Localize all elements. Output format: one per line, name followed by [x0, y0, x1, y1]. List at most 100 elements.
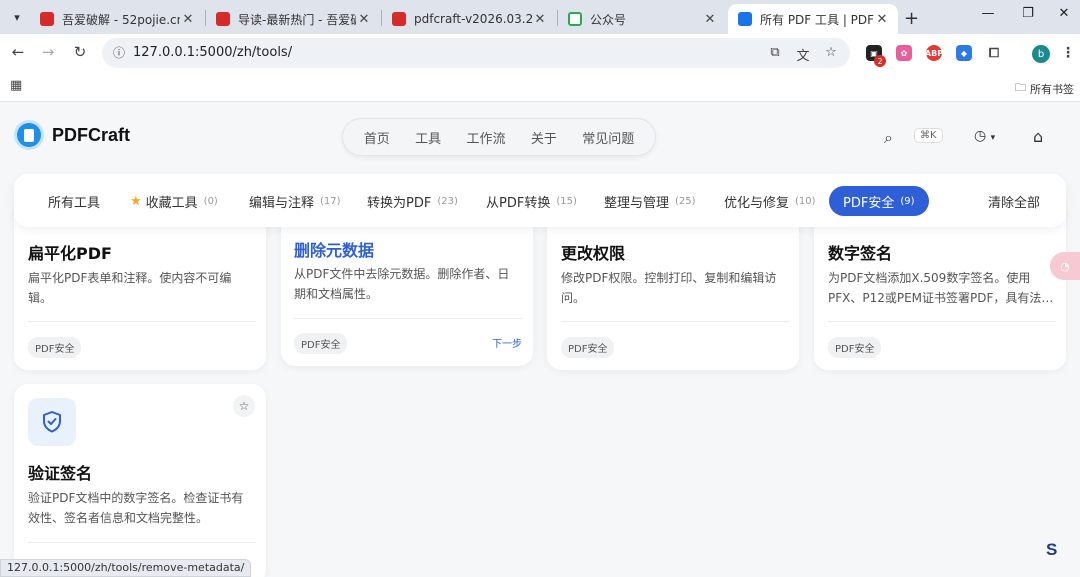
clear-all-button[interactable]: 清除全部 — [988, 186, 1040, 216]
link-status-bar: 127.0.0.1:5000/zh/tools/remove-metadata/ — [0, 559, 252, 577]
extensions-puzzle-icon[interactable]: ⧠ — [986, 45, 1002, 61]
category-label: 收藏工具 — [145, 195, 198, 211]
star-icon: ★ — [130, 193, 142, 209]
all-bookmarks-label: 所有书签 — [1030, 82, 1074, 96]
browser-tab-active[interactable]: 所有 PDF 工具 | PDFCraft ✕ — [728, 4, 898, 34]
card-title: 扁平化PDF — [28, 244, 112, 263]
search-icon[interactable]: ⌕ — [884, 128, 893, 148]
url-text[interactable]: 127.0.0.1:5000/zh/tools/ — [133, 45, 292, 60]
red-logo-icon — [216, 12, 230, 26]
nav-item-home[interactable]: 首页 — [364, 128, 390, 147]
tab-search-dropdown-icon[interactable]: ▾ — [6, 6, 28, 28]
category-organize[interactable]: 整理与管理 (25) — [604, 186, 696, 216]
address-bar[interactable]: ⓘ 127.0.0.1:5000/zh/tools/ ⧉ 文 ☆ — [102, 38, 850, 68]
browser-tabstrip: ▾ 吾爱破解 - 52pojie.cn ✕ 导读-最新热门 - 吾爱破解 ✕ p… — [0, 0, 1080, 34]
close-icon[interactable]: ✕ — [180, 12, 196, 27]
category-favorites[interactable]: ★ 收藏工具 (0) — [130, 186, 218, 216]
tool-card-verify-signature[interactable]: ☆ 验证签名 验证PDF文档中的数字签名。检查证书有效性、签名者信息和文档完整性… — [14, 384, 266, 577]
clear-all-label: 清除全部 — [988, 195, 1041, 211]
category-label: 所有工具 — [48, 195, 101, 211]
bookmark-star-icon[interactable]: ☆ — [822, 45, 840, 60]
translate-icon[interactable]: 文 — [794, 45, 812, 64]
close-icon[interactable]: ✕ — [874, 12, 890, 27]
recent-history-button[interactable]: ◷ ▾ — [974, 128, 995, 144]
category-tag: PDF安全 — [294, 333, 348, 354]
site-header: PDFCraft 首页 工具 工作流 关于 常见问题 ⌕ ⌘K ◷ ▾ ⌂ — [0, 103, 1080, 169]
category-label: 转换为PDF — [367, 195, 432, 211]
category-all[interactable]: 所有工具 — [48, 186, 100, 216]
tab-title: 吾爱破解 - 52pojie.cn — [62, 12, 180, 27]
card-description: 验证PDF文档中的数字签名。检查证书有效性、签名者信息和文档完整性。 — [28, 491, 244, 525]
card-title: 验证签名 — [28, 464, 93, 483]
category-pdf-security[interactable]: PDF安全 (9) — [829, 186, 929, 216]
close-icon[interactable]: ✕ — [702, 12, 718, 27]
main-nav: 首页 工具 工作流 关于 常见问题 — [342, 118, 656, 156]
nav-item-about[interactable]: 关于 — [531, 128, 557, 147]
category-label: 从PDF转换 — [486, 195, 551, 211]
extension-pink-icon[interactable]: ✿ — [896, 45, 912, 61]
back-icon[interactable]: ← — [8, 43, 28, 61]
reload-icon[interactable]: ↻ — [70, 43, 90, 61]
category-edit-annotate[interactable]: 编辑与注释 (17) — [249, 186, 341, 216]
category-from-pdf[interactable]: 从PDF转换 (15) — [486, 186, 577, 216]
wechat-green-icon — [568, 12, 582, 26]
pdfcraft-blue-icon — [738, 12, 752, 26]
nav-item-workflow[interactable]: 工作流 — [466, 128, 505, 147]
apps-grid-icon[interactable]: ▦ — [10, 78, 22, 93]
favorite-star-icon[interactable]: ☆ — [233, 395, 255, 417]
browser-toolbar: ← → ↻ ⓘ 127.0.0.1:5000/zh/tools/ ⧉ 文 ☆ ▣… — [0, 34, 1080, 72]
card-title: 删除元数据 — [294, 241, 375, 260]
browser-tab-4[interactable]: 公众号 ✕ — [558, 4, 726, 34]
close-window-icon[interactable]: ✕ — [1054, 6, 1074, 21]
category-count: (9) — [900, 195, 915, 207]
bookmarks-bar: ▦ 🗀 所有书签 — [0, 72, 1080, 102]
category-label: 整理与管理 — [604, 195, 670, 211]
forward-icon[interactable]: → — [38, 43, 58, 61]
brand-name[interactable]: PDFCraft — [52, 125, 130, 146]
browser-tab-2[interactable]: 导读-最新热门 - 吾爱破解 ✕ — [206, 4, 380, 34]
new-tab-icon[interactable]: + — [904, 8, 919, 29]
github-icon[interactable]: ⌂ — [1033, 127, 1043, 146]
floating-assistant-button[interactable]: ◔ — [1050, 252, 1080, 280]
minimize-icon[interactable]: — — [978, 6, 998, 21]
chevron-down-icon: ▾ — [990, 133, 996, 143]
close-icon[interactable]: ✕ — [532, 12, 548, 27]
card-title: 更改权限 — [561, 244, 626, 263]
cast-icon[interactable]: ⧉ — [766, 45, 784, 60]
extension-badge: 2 — [874, 55, 886, 67]
browser-tab-3[interactable]: pdfcraft-v2026.03.25 ✕ — [382, 4, 556, 34]
category-count: (15) — [556, 195, 577, 207]
tab-title: pdfcraft-v2026.03.25 — [414, 12, 532, 26]
menu-kebab-icon[interactable]: ⋮ — [1060, 45, 1076, 61]
adblock-icon[interactable]: ABP — [925, 45, 943, 61]
close-icon[interactable]: ✕ — [356, 12, 372, 27]
card-divider — [28, 321, 256, 322]
folder-icon: 🗀 — [1015, 81, 1026, 94]
nav-item-tools[interactable]: 工具 — [415, 128, 441, 147]
category-label: 编辑与注释 — [249, 195, 315, 211]
category-filter-bar: 所有工具 ★ 收藏工具 (0) 编辑与注释 (17) 转换为PDF (23) 从… — [14, 174, 1066, 227]
category-to-pdf[interactable]: 转换为PDF (23) — [367, 186, 458, 216]
browser-tab-1[interactable]: 吾爱破解 - 52pojie.cn ✕ — [30, 4, 204, 34]
category-label: PDF安全 — [843, 195, 895, 211]
nav-item-faq[interactable]: 常见问题 — [582, 128, 634, 147]
clock-icon: ◷ — [974, 128, 987, 144]
restore-icon[interactable]: ❐ — [1018, 6, 1038, 21]
extension-blue-icon[interactable]: ◆ — [956, 45, 972, 61]
profile-avatar[interactable]: b — [1032, 45, 1050, 63]
card-description: 修改PDF权限。控制打印、复制和编辑访问。 — [561, 271, 777, 305]
tab-title: 导读-最新热门 - 吾爱破解 — [238, 12, 356, 27]
category-tag: PDF安全 — [561, 337, 615, 358]
category-count: (23) — [437, 195, 458, 207]
category-optimize[interactable]: 优化与修复 (10) — [724, 186, 816, 216]
next-step-link[interactable]: 下一步 — [492, 335, 522, 350]
category-count: (0) — [203, 195, 218, 207]
red-logo-icon — [392, 12, 406, 26]
card-divider — [294, 318, 522, 319]
all-bookmarks-button[interactable]: 🗀 所有书签 — [1015, 79, 1074, 98]
category-tag: PDF安全 — [828, 337, 882, 358]
card-divider — [828, 321, 1056, 322]
site-info-icon[interactable]: ⓘ — [110, 44, 128, 62]
pdfcraft-logo-icon[interactable] — [14, 120, 44, 150]
s-brand-icon[interactable]: S — [1046, 540, 1057, 560]
